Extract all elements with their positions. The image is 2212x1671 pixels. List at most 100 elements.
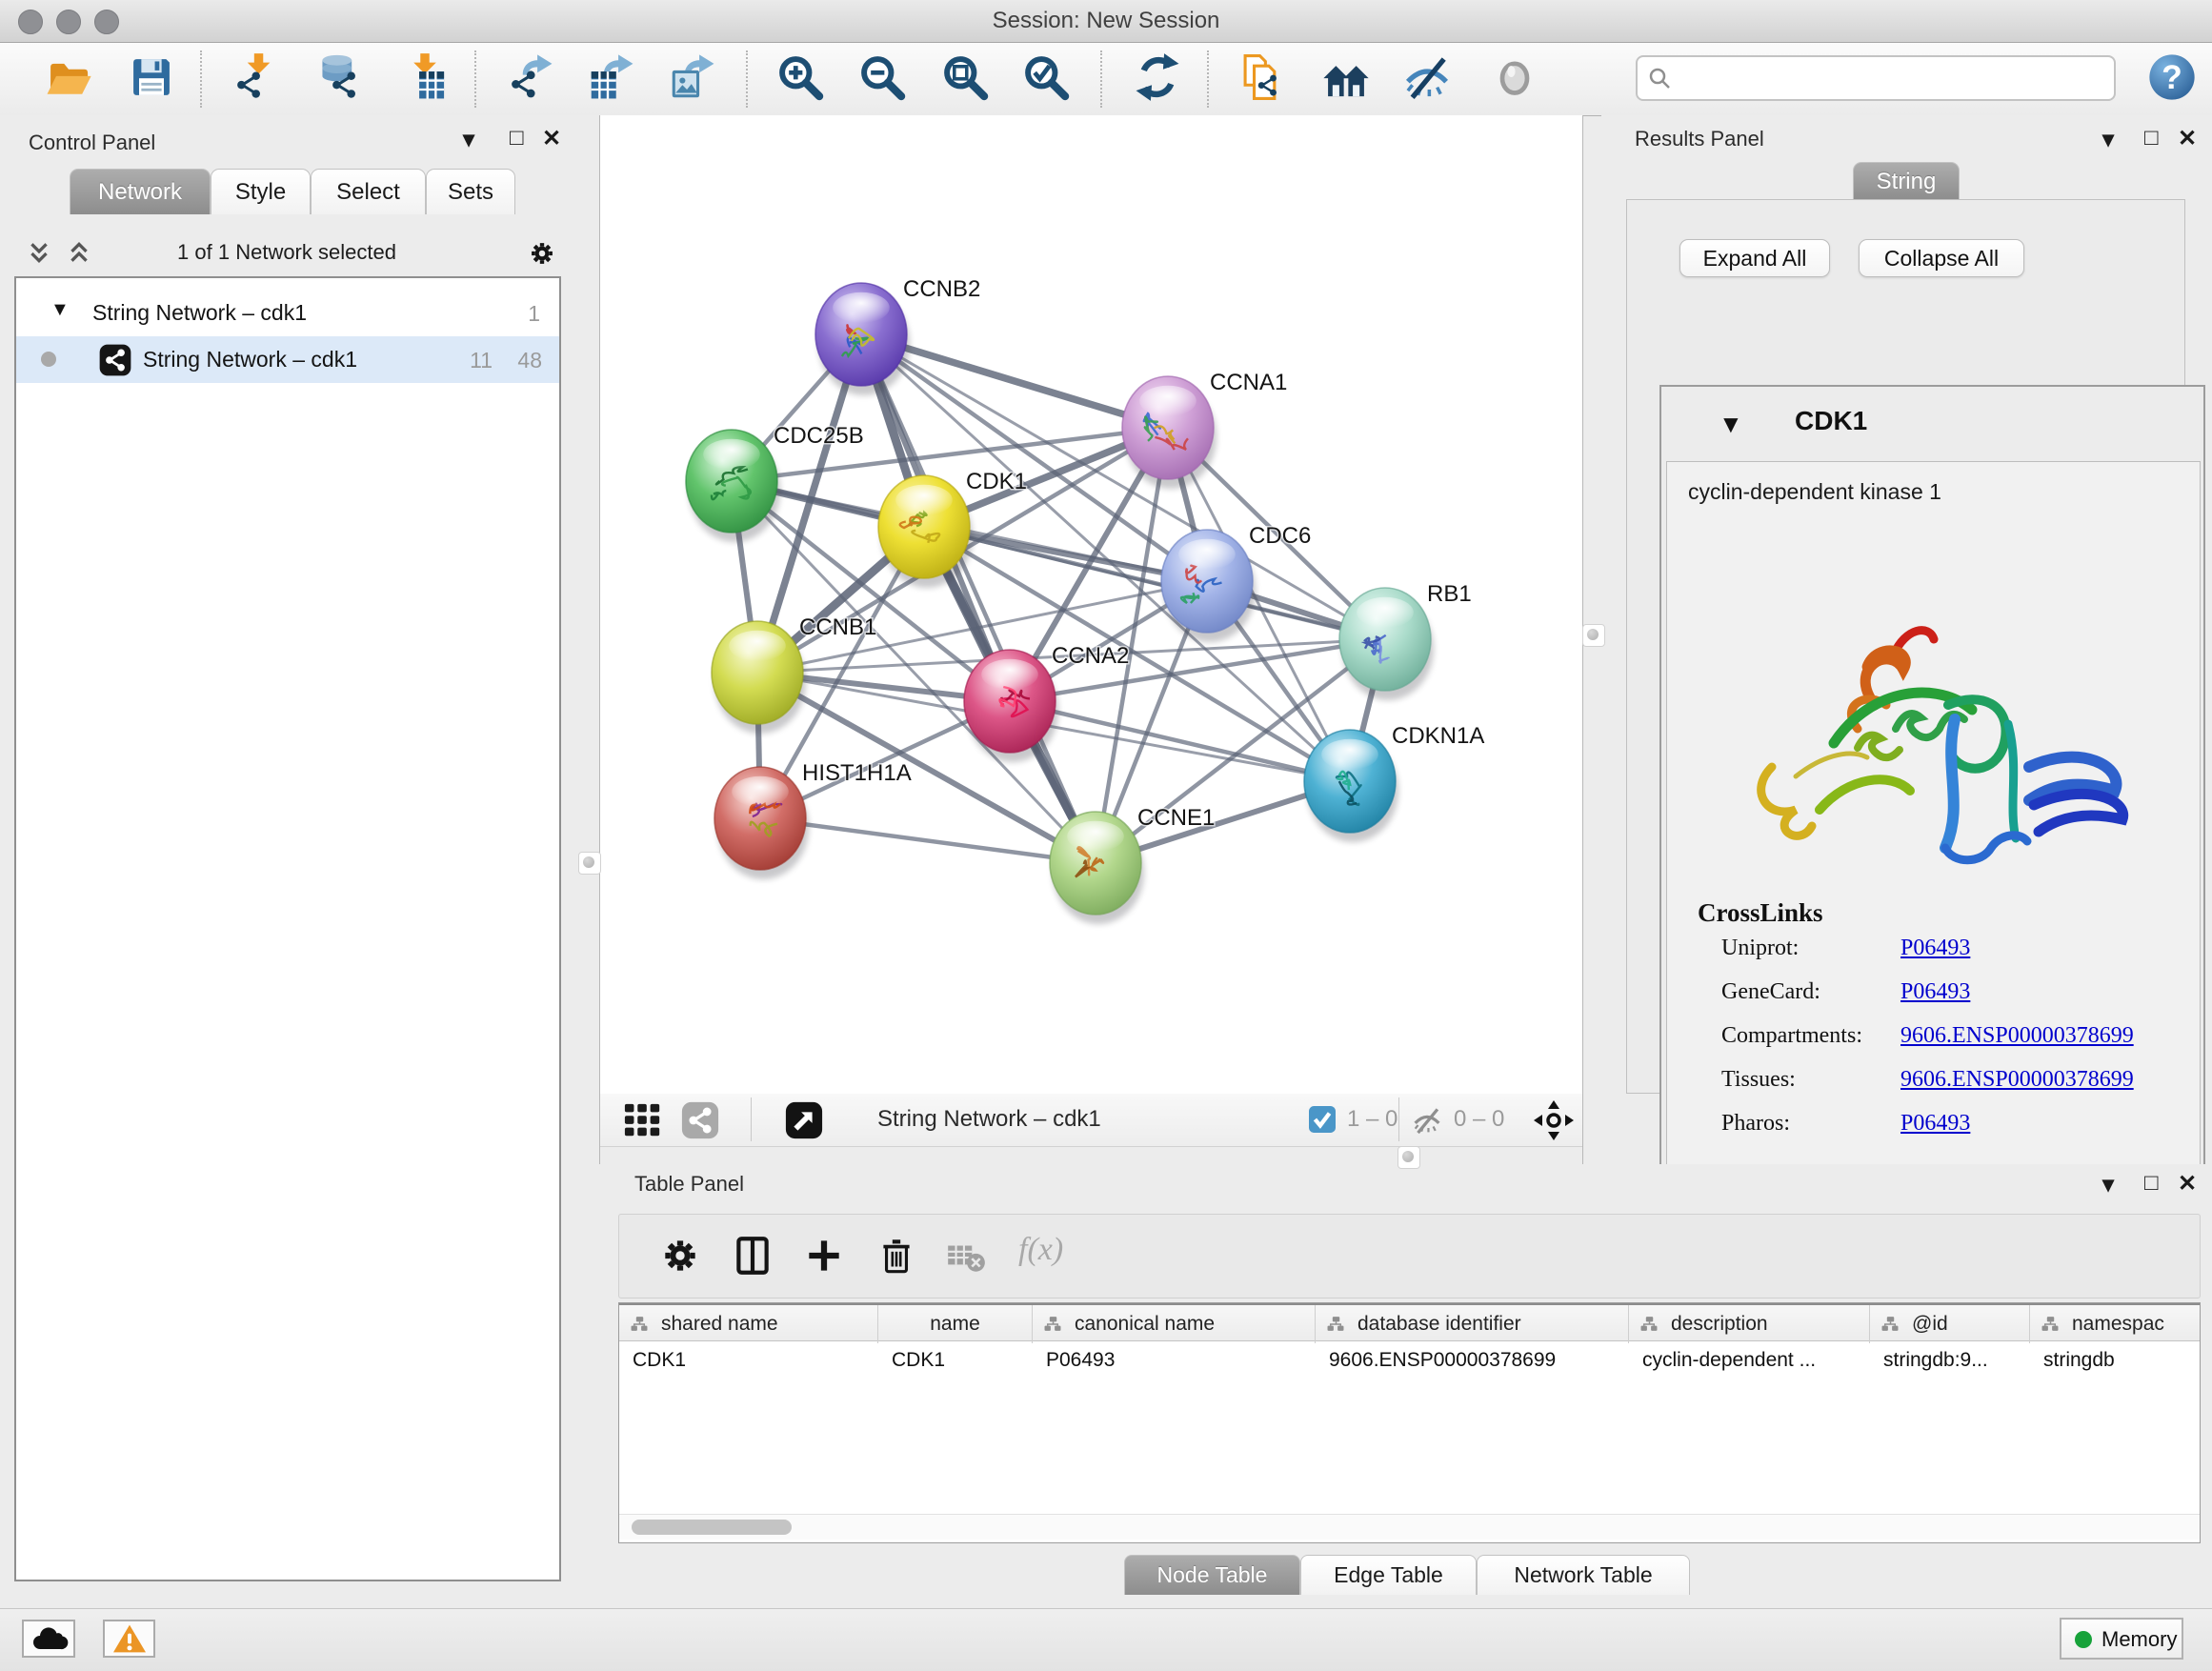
move-crosshair-icon[interactable]	[1533, 1099, 1575, 1141]
hide-selected-button[interactable]	[1402, 52, 1452, 102]
network-options-gear-icon[interactable]	[527, 238, 557, 269]
crosslink-link[interactable]: P06493	[1900, 1111, 1970, 1137]
open-session-button[interactable]	[44, 52, 93, 102]
left-splitter-handle[interactable]	[578, 852, 601, 875]
control-panel-collapse-icon[interactable]: ▾	[463, 126, 474, 154]
network-node-CCNA1[interactable]: CCNA1	[1122, 370, 1287, 489]
network-node-HIST1H1A[interactable]: HIST1H1A	[714, 760, 912, 879]
column-header--id[interactable]: @id	[1870, 1305, 2030, 1343]
network-node-CDC25B[interactable]: CDC25B	[686, 423, 864, 542]
crosslink-link[interactable]: 9606.ENSP00000378699	[1900, 1067, 2134, 1093]
crosslink-link[interactable]: P06493	[1900, 936, 1970, 961]
warning-icon	[110, 1622, 150, 1655]
network-node-CCNB2[interactable]: CCNB2	[815, 276, 980, 395]
tab-style[interactable]: Style	[211, 169, 311, 214]
control-panel-float-icon[interactable]: □	[510, 124, 524, 152]
crosslink-link[interactable]: P06493	[1900, 979, 1970, 1005]
horizontal-scrollbar[interactable]	[619, 1514, 2200, 1540]
protein-section-header[interactable]: ▼ CDK1	[1661, 387, 2203, 461]
import-network-database-button[interactable]	[313, 52, 363, 102]
expand-all-button[interactable]: Expand All	[1679, 239, 1830, 277]
delete-table-icon[interactable]	[944, 1234, 988, 1278]
table-options-gear-icon[interactable]	[658, 1234, 702, 1278]
zoom-in-button[interactable]	[775, 52, 825, 102]
import-network-file-button[interactable]	[231, 52, 280, 102]
zoom-selected-icon	[1021, 52, 1071, 102]
help-button[interactable]: ?	[2147, 52, 2197, 102]
column-header-canonical-name[interactable]: canonical name	[1033, 1305, 1316, 1343]
results-panel-collapse-icon[interactable]: ▾	[2102, 126, 2114, 154]
column-header-shared-name[interactable]: shared name	[619, 1305, 878, 1343]
function-builder-icon[interactable]: f(x)	[1018, 1232, 1063, 1268]
export-network-icon	[506, 52, 555, 102]
tree-expand-caret-icon[interactable]: ▼	[50, 299, 70, 321]
hidden-eye-slash-icon[interactable]	[1412, 1105, 1442, 1136]
table-cell[interactable]: stringdb	[2043, 1349, 2201, 1390]
table-cell[interactable]: stringdb:9...	[1883, 1349, 2026, 1390]
table-panel-collapse-icon[interactable]: ▾	[2102, 1171, 2114, 1199]
save-session-button[interactable]	[127, 52, 176, 102]
tab-string[interactable]: String	[1853, 162, 1960, 200]
network-node-CCNA2[interactable]: CCNA2	[964, 643, 1129, 762]
home-string-button[interactable]	[1321, 52, 1371, 102]
table-cell[interactable]: cyclin-dependent ...	[1642, 1349, 1866, 1390]
network-node-CDKN1A[interactable]: CDKN1A	[1304, 723, 1484, 842]
table-cell[interactable]: 9606.ENSP00000378699	[1329, 1349, 1625, 1390]
export-network-button[interactable]	[506, 52, 555, 102]
zoom-out-button[interactable]	[857, 52, 907, 102]
network-node-CCNB1[interactable]: CCNB1	[712, 614, 876, 734]
tab-edge-table[interactable]: Edge Table	[1300, 1555, 1477, 1595]
open-in-window-icon[interactable]	[784, 1100, 824, 1140]
selected-checkbox-icon[interactable]	[1309, 1106, 1336, 1133]
column-header-name[interactable]: name	[878, 1305, 1033, 1343]
search-input[interactable]	[1679, 59, 2102, 95]
export-table-button[interactable]	[587, 52, 636, 102]
add-column-icon[interactable]	[802, 1234, 846, 1278]
results-panel-close-icon[interactable]: ✕	[2178, 125, 2197, 153]
control-panel-close-icon[interactable]: ✕	[542, 125, 561, 153]
search-field[interactable]	[1636, 55, 2116, 101]
tab-network-table[interactable]: Network Table	[1477, 1555, 1690, 1595]
network-share-view-icon[interactable]	[680, 1100, 720, 1140]
network-row-selected[interactable]: String Network – cdk1 11 48	[16, 336, 559, 383]
network-edge[interactable]	[760, 818, 1096, 863]
warning-button[interactable]	[103, 1620, 155, 1658]
network-snapshot-button[interactable]	[1238, 52, 1288, 102]
network-node-CDK1[interactable]: CDK1	[878, 469, 1027, 588]
table-panel-float-icon[interactable]: □	[2144, 1169, 2159, 1198]
network-node-RB1[interactable]: RB1	[1339, 581, 1472, 700]
delete-column-icon[interactable]	[875, 1234, 918, 1278]
tab-sets[interactable]: Sets	[426, 169, 515, 214]
table-cell[interactable]: P06493	[1046, 1349, 1312, 1390]
right-splitter-handle[interactable]	[1582, 624, 1605, 647]
table-cell[interactable]: CDK1	[892, 1349, 1029, 1390]
table-panel-close-icon[interactable]: ✕	[2178, 1170, 2197, 1198]
show-all-button[interactable]	[1490, 52, 1539, 102]
memory-button[interactable]: Memory	[2060, 1618, 2183, 1660]
cloud-button[interactable]	[22, 1620, 75, 1658]
crosslink-link[interactable]: 9606.ENSP00000378699	[1900, 1023, 2134, 1049]
scrollbar-thumb[interactable]	[632, 1520, 792, 1535]
import-table-file-button[interactable]	[400, 52, 450, 102]
zoom-selected-button[interactable]	[1021, 52, 1071, 102]
zoom-fit-button[interactable]	[940, 52, 990, 102]
collapse-all-button[interactable]: Collapse All	[1859, 239, 2024, 277]
column-header-namespac[interactable]: namespac	[2030, 1305, 2201, 1343]
column-header-description[interactable]: description	[1629, 1305, 1870, 1343]
tab-network[interactable]: Network	[70, 169, 211, 214]
show-columns-icon[interactable]	[731, 1234, 774, 1278]
tab-node-table[interactable]: Node Table	[1124, 1555, 1300, 1595]
network-collection-row[interactable]: ▼ String Network – cdk1 1	[16, 290, 559, 336]
results-panel-float-icon[interactable]: □	[2144, 124, 2159, 152]
network-list: ▼ String Network – cdk1 1 String Network…	[14, 276, 561, 1581]
table-cell[interactable]: CDK1	[633, 1349, 875, 1390]
export-image-button[interactable]	[668, 52, 717, 102]
refresh-view-button[interactable]	[1133, 52, 1182, 102]
network-node-CCNE1[interactable]: CCNE1	[1050, 805, 1215, 924]
tab-select[interactable]: Select	[311, 169, 426, 214]
column-header-database-identifier[interactable]: database identifier	[1316, 1305, 1629, 1343]
bottom-splitter-handle[interactable]	[1398, 1146, 1420, 1169]
network-canvas[interactable]: CCNB2CCNA1CDC25BCDK1CDC6RB1CCNB1CCNA2CDK…	[600, 115, 1582, 1095]
section-caret-icon[interactable]: ▼	[1719, 410, 1743, 439]
grid-view-icon[interactable]	[623, 1100, 663, 1140]
